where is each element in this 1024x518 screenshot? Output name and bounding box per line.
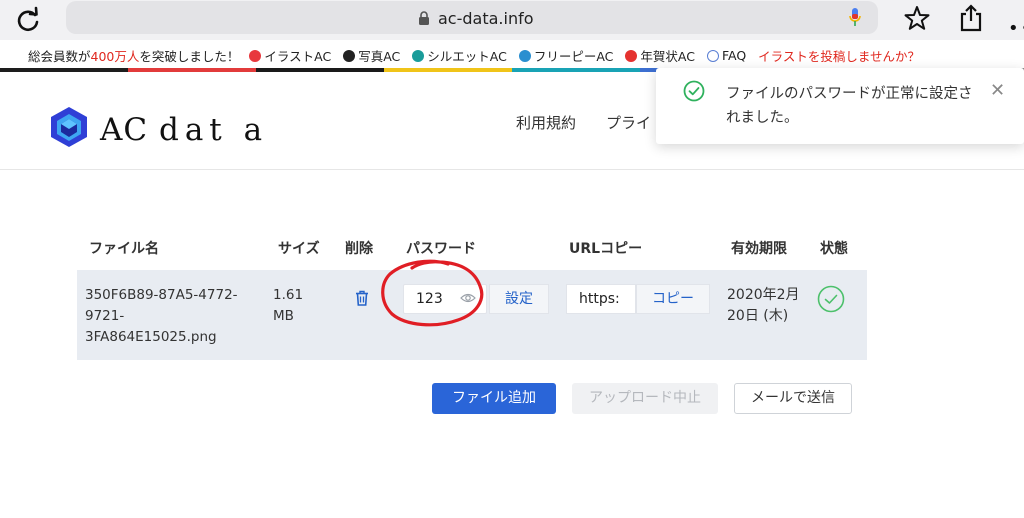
add-file-button[interactable]: ファイル追加 bbox=[432, 383, 556, 414]
post-illust-link[interactable]: イラストを投稿しませんか？ bbox=[758, 46, 920, 65]
toast-close-icon[interactable]: ✕ bbox=[990, 80, 1005, 101]
file-size-cell: 1.61 MB bbox=[273, 287, 304, 324]
link-silhouette-ac[interactable]: シルエットAC bbox=[412, 46, 507, 65]
col-header-status: 状態 bbox=[820, 241, 848, 257]
freepe-ac-icon bbox=[518, 49, 531, 62]
col-header-size: サイズ bbox=[278, 241, 320, 257]
reload-icon[interactable] bbox=[14, 6, 42, 34]
nav-privacy[interactable]: プライ bbox=[606, 112, 651, 133]
show-password-eye-icon[interactable] bbox=[460, 292, 476, 304]
photo-ac-icon bbox=[343, 49, 356, 62]
nengajo-ac-icon bbox=[625, 49, 638, 62]
link-faq[interactable]: FAQ bbox=[706, 48, 746, 63]
col-header-expiry: 有効期限 bbox=[731, 241, 787, 257]
success-toast: ファイルのパスワードが正常に設定されました。 ✕ bbox=[656, 68, 1024, 144]
header-nav: 利用規約 プライ bbox=[516, 112, 651, 133]
stop-upload-button[interactable]: アップロード中止 bbox=[572, 383, 718, 414]
trash-icon[interactable] bbox=[355, 290, 369, 306]
col-header-delete: 削除 bbox=[345, 241, 373, 257]
browser-toolbar: ac-data.info •• bbox=[0, 0, 1024, 40]
nav-terms[interactable]: 利用規約 bbox=[516, 112, 576, 133]
status-check-icon bbox=[817, 285, 845, 313]
link-photo-ac[interactable]: 写真AC bbox=[343, 46, 400, 65]
send-email-button[interactable]: メールで送信 bbox=[734, 383, 852, 414]
member-count-promo: 総会員数が400万人を突破しました！ bbox=[28, 49, 240, 64]
success-check-icon bbox=[683, 80, 705, 102]
illust-ac-icon bbox=[249, 49, 262, 62]
expiry-cell: 2020年2月 20日 (木) bbox=[727, 287, 800, 324]
share-icon[interactable] bbox=[958, 3, 984, 33]
lock-icon bbox=[419, 11, 429, 25]
microphone-icon[interactable] bbox=[848, 7, 862, 29]
site-logo-text[interactable]: AC dat a bbox=[100, 112, 268, 148]
url-field[interactable]: https: bbox=[566, 284, 636, 314]
file-name-cell: 350F6B89-87A5-4772- 9721- 3FA864E15025.p… bbox=[85, 287, 238, 345]
link-freepe-ac[interactable]: フリーピーAC bbox=[518, 46, 613, 65]
col-header-filename: ファイル名 bbox=[89, 241, 159, 257]
address-bar[interactable]: ac-data.info bbox=[66, 1, 878, 34]
bookmark-star-icon[interactable] bbox=[903, 4, 931, 32]
link-nengajo-ac[interactable]: 年賀状AC bbox=[625, 46, 695, 65]
toast-message: ファイルのパスワードが正常に設定されました。 bbox=[726, 86, 973, 126]
url-text: ac-data.info bbox=[438, 9, 534, 28]
set-password-button[interactable]: 設定 bbox=[489, 284, 549, 314]
col-header-url-copy: URLコピー bbox=[569, 241, 643, 257]
ac-data-logo-icon[interactable] bbox=[47, 105, 91, 149]
copy-url-button[interactable]: コピー bbox=[636, 284, 710, 314]
link-illust-ac[interactable]: イラストAC bbox=[249, 46, 331, 65]
silhouette-ac-icon bbox=[412, 49, 425, 62]
faq-icon bbox=[706, 49, 719, 62]
col-header-password: パスワード bbox=[406, 241, 476, 257]
ac-family-bar: 総会員数が400万人を突破しました！ イラストAC 写真AC シルエットAC フ… bbox=[0, 40, 1024, 68]
more-icon[interactable]: •• bbox=[1008, 18, 1024, 39]
